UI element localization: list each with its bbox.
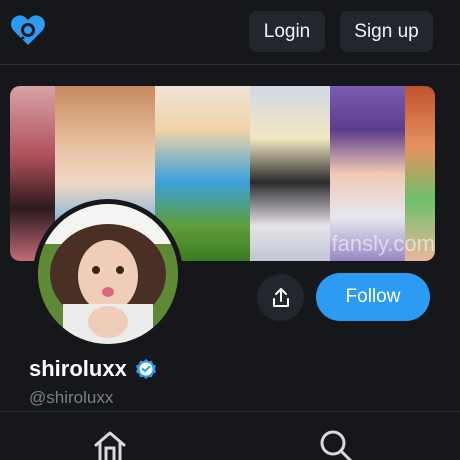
- display-name: shiroluxx: [29, 356, 127, 381]
- top-bar: Login Sign up: [0, 0, 460, 64]
- follow-button[interactable]: Follow: [316, 273, 430, 321]
- avatar-illustration: [38, 204, 178, 344]
- signup-button[interactable]: Sign up: [340, 11, 433, 52]
- header-divider: [0, 64, 460, 65]
- login-button[interactable]: Login: [249, 11, 325, 52]
- avatar[interactable]: [33, 199, 183, 349]
- banner-watermark: fansly.com: [331, 231, 435, 256]
- home-icon[interactable]: [92, 428, 128, 460]
- verified-check-icon: [136, 359, 156, 379]
- bottom-nav-divider: [0, 411, 460, 412]
- avatar-photo: [38, 204, 178, 344]
- share-icon: [272, 287, 289, 307]
- fansly-heart-logo-icon[interactable]: [9, 12, 47, 50]
- search-icon[interactable]: [318, 428, 354, 460]
- profile-handle: @shiroluxx: [29, 388, 114, 407]
- banner-photo-4: [250, 86, 330, 261]
- share-button[interactable]: [257, 274, 304, 321]
